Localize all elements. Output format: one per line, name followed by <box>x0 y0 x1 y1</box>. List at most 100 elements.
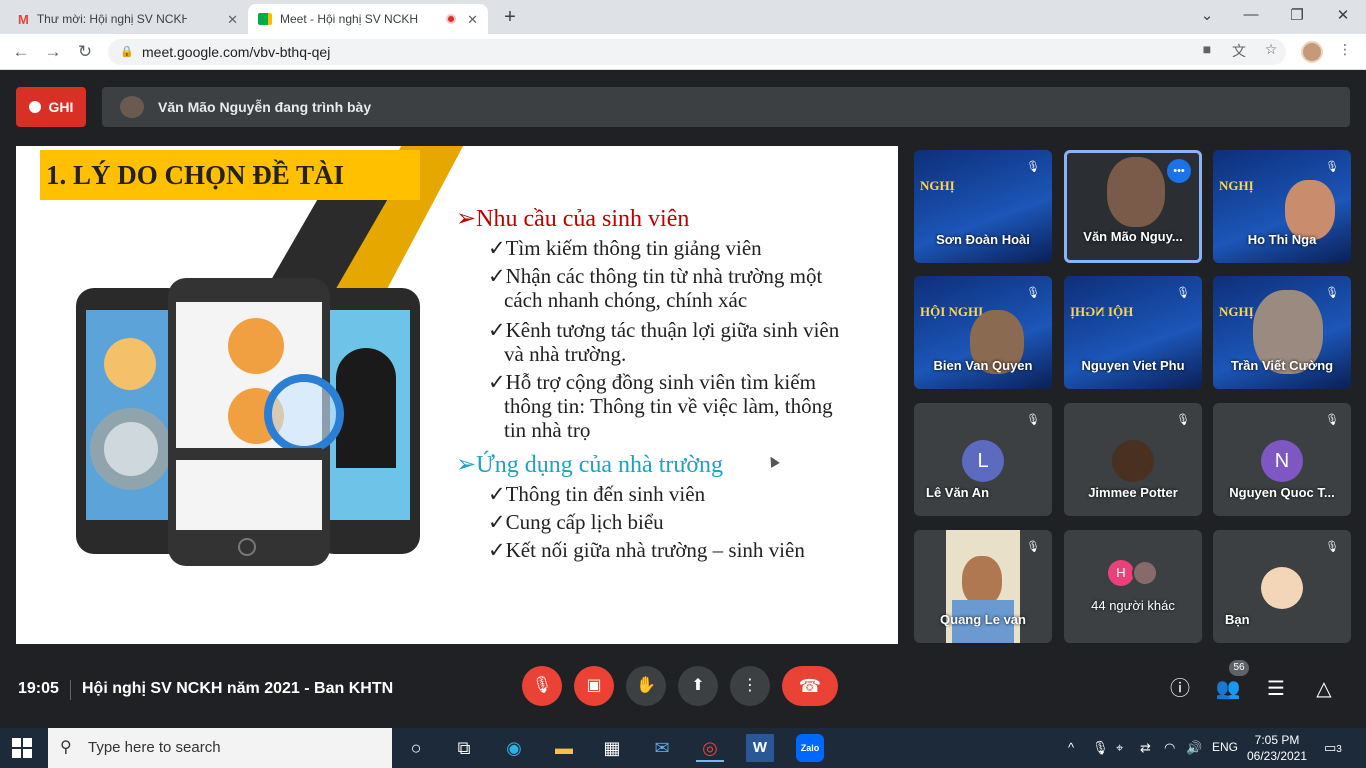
browser-menu-icon[interactable]: ⋮ <box>1334 41 1356 58</box>
participant-avatar <box>1112 440 1154 482</box>
presenting-text: Văn Mão Nguyễn đang trình bày <box>158 99 372 115</box>
camera-off-button[interactable]: ▣ <box>574 666 614 706</box>
browser-tab-strip: M Thư mời: Hội nghị SV NCKH năm ✕ Meet -… <box>0 0 1366 34</box>
participant-name: Sơn Đoàn Hoài <box>936 232 1030 247</box>
url-input[interactable]: 🔒 meet.google.com/vbv-bthq-qej <box>108 39 1286 65</box>
participant-name: Nguyen Viet Phu <box>1081 358 1185 373</box>
info-icon: ⓘ <box>1170 678 1190 700</box>
user-figure-icon <box>104 338 156 390</box>
mic-off-button[interactable]: 🎙 <box>522 666 562 706</box>
mic-muted-icon: 🎙 <box>1026 287 1040 299</box>
meet-window: GHI Văn Mão Nguyễn đang trình bày 1. LÝ … <box>0 70 1366 728</box>
close-tab-icon[interactable]: ✕ <box>467 12 478 28</box>
file-explorer-icon[interactable]: ▬ <box>550 734 578 762</box>
cortana-icon[interactable]: ○ <box>402 734 430 762</box>
participant-tile[interactable]: HỘI NGHỊ 🎙 Nguyen Viet Phu <box>1064 276 1202 389</box>
mail-icon[interactable]: ✉ <box>648 734 676 762</box>
raise-hand-button[interactable]: ✋ <box>626 666 666 706</box>
participant-tile[interactable]: 🎙 Quang Le van <box>914 530 1052 643</box>
zalo-icon[interactable]: Zalo <box>796 734 824 762</box>
back-arrow-icon[interactable]: ← <box>10 41 32 63</box>
participant-name: Lê Văn An <box>926 485 990 500</box>
slide-section-application: ➢Ứng dụng của nhà trường <box>456 452 724 478</box>
taskbar-clock[interactable]: 7:05 PM 06/23/2021 <box>1246 732 1308 764</box>
location-icon[interactable]: ⌖ <box>1116 740 1123 756</box>
participant-name: Ho Thi Nga <box>1247 232 1317 247</box>
volume-icon[interactable]: 🔊 <box>1186 740 1202 756</box>
chat-button[interactable]: ☰ <box>1263 676 1289 702</box>
participant-tile-self[interactable]: 🎙 Bạn <box>1213 530 1351 643</box>
participant-tile[interactable]: NGHỊ 🎙 Sơn Đoàn Hoài <box>914 150 1052 263</box>
meet-control-bar: 19:05 Hội nghị SV NCKH năm 2021 - Ban KH… <box>0 644 1366 728</box>
mic-muted-icon: 🎙 <box>1026 541 1040 553</box>
presenting-banner: Văn Mão Nguyễn đang trình bày <box>102 87 1350 127</box>
participant-tile[interactable]: L 🎙 Lê Văn An <box>914 403 1052 516</box>
close-window-button[interactable]: ✕ <box>1328 6 1358 24</box>
url-text: meet.google.com/vbv-bthq-qej <box>142 44 331 60</box>
participant-name: Jimmee Potter <box>1088 485 1178 500</box>
forward-arrow-icon[interactable]: → <box>42 41 64 63</box>
windows-start-button[interactable] <box>12 738 32 758</box>
meeting-details-button[interactable]: ⓘ <box>1167 676 1193 702</box>
more-participants-tile[interactable]: H 44 người khác <box>1064 530 1202 643</box>
presentation-slide: 1. LÝ DO CHỌN ĐỀ TÀI ➢Nhu cầu của sinh v… <box>16 146 898 644</box>
presenter-avatar <box>120 96 144 118</box>
slide-bullet: cách nhanh chóng, chính xác <box>504 288 748 312</box>
activities-button[interactable]: △ <box>1311 676 1337 702</box>
tab-meet[interactable]: Meet - Hội nghị SV NCKH nă ✕ <box>248 4 488 34</box>
slide-bullet: tin nhà trọ <box>504 418 591 442</box>
wifi-icon[interactable]: ◠ <box>1164 740 1175 756</box>
participant-tile[interactable]: HỘI NGHỊ 🎙 Bien Van Quyen <box>914 276 1052 389</box>
minimize-button[interactable]: — <box>1236 6 1266 23</box>
leave-call-button[interactable]: ☎ <box>782 666 838 706</box>
new-tab-button[interactable]: + <box>500 6 520 29</box>
slide-bullet: ✓Cung cấp lịch biểu <box>488 510 664 534</box>
participant-name: Quang Le van <box>940 612 1026 627</box>
camera-icon[interactable]: ■ <box>1196 41 1218 57</box>
meeting-clock: 19:05 <box>18 680 59 697</box>
chrome-icon[interactable]: ◎ <box>696 734 724 762</box>
close-tab-icon[interactable]: ✕ <box>227 12 238 28</box>
participant-tile[interactable]: NGHỊ 🎙 Trần Viết Cường <box>1213 276 1351 389</box>
people-button[interactable]: 👥 <box>1215 676 1241 702</box>
profile-avatar[interactable] <box>1301 41 1323 63</box>
store-icon[interactable]: ▦ <box>598 734 626 762</box>
mic-muted-icon: 🎙 <box>1325 161 1339 173</box>
meeting-title: Hội nghị SV NCKH năm 2021 - Ban KHTN <box>82 680 394 697</box>
task-view-icon[interactable]: ⧉ <box>450 734 478 762</box>
more-options-button[interactable]: ⋮ <box>730 666 770 706</box>
mic-muted-icon: 🎙 <box>1026 414 1040 426</box>
participant-tile[interactable]: N 🎙 Nguyen Quoc T... <box>1213 403 1351 516</box>
participant-name: Bạn <box>1225 612 1250 627</box>
restore-button[interactable]: ❐ <box>1282 6 1312 24</box>
gmail-icon: M <box>18 11 29 27</box>
slide-bullet: thông tin: Thông tin về việc làm, thông <box>504 394 833 418</box>
participant-avatar: N <box>1261 440 1303 482</box>
mic-muted-icon: 🎙 <box>1176 287 1190 299</box>
participant-tile[interactable]: 🎙 Jimmee Potter <box>1064 403 1202 516</box>
microphone-icon[interactable]: 🎙 <box>1092 740 1109 756</box>
network-icon[interactable]: ⇄ <box>1140 740 1151 756</box>
reload-icon[interactable]: ↻ <box>74 41 96 63</box>
word-icon[interactable]: W <box>746 734 774 762</box>
others-count-label: 44 người khác <box>1091 598 1175 613</box>
participant-name: Văn Mão Nguy... <box>1083 229 1183 244</box>
language-indicator[interactable]: ENG <box>1212 740 1238 754</box>
mic-muted-icon: 🎙 <box>1325 414 1339 426</box>
record-label: GHI <box>48 99 74 115</box>
notifications-icon[interactable]: ▭3 <box>1324 740 1342 756</box>
tab-search-icon[interactable]: ⌄ <box>1192 6 1222 24</box>
participant-tile[interactable]: NGHỊ 🎙 Ho Thi Nga <box>1213 150 1351 263</box>
recording-button[interactable]: GHI <box>16 87 86 127</box>
show-hidden-icons-icon[interactable]: ^ <box>1068 740 1074 755</box>
participant-tile-active-speaker[interactable]: ••• Văn Mão Nguy... <box>1064 150 1202 263</box>
taskbar-date: 06/23/2021 <box>1246 749 1308 763</box>
bookmark-star-icon[interactable]: ☆ <box>1260 41 1282 58</box>
present-now-button[interactable]: ⬆ <box>678 666 718 706</box>
taskbar-search-input[interactable]: ⚲ Type here to search <box>48 728 392 768</box>
tab-gmail-invite[interactable]: M Thư mời: Hội nghị SV NCKH năm ✕ <box>8 4 248 34</box>
participant-count-badge: 56 <box>1229 660 1249 676</box>
translate-icon[interactable]: 文 <box>1228 41 1250 61</box>
hang-up-icon: ☎ <box>798 676 822 696</box>
edge-icon[interactable]: ◉ <box>500 734 528 762</box>
